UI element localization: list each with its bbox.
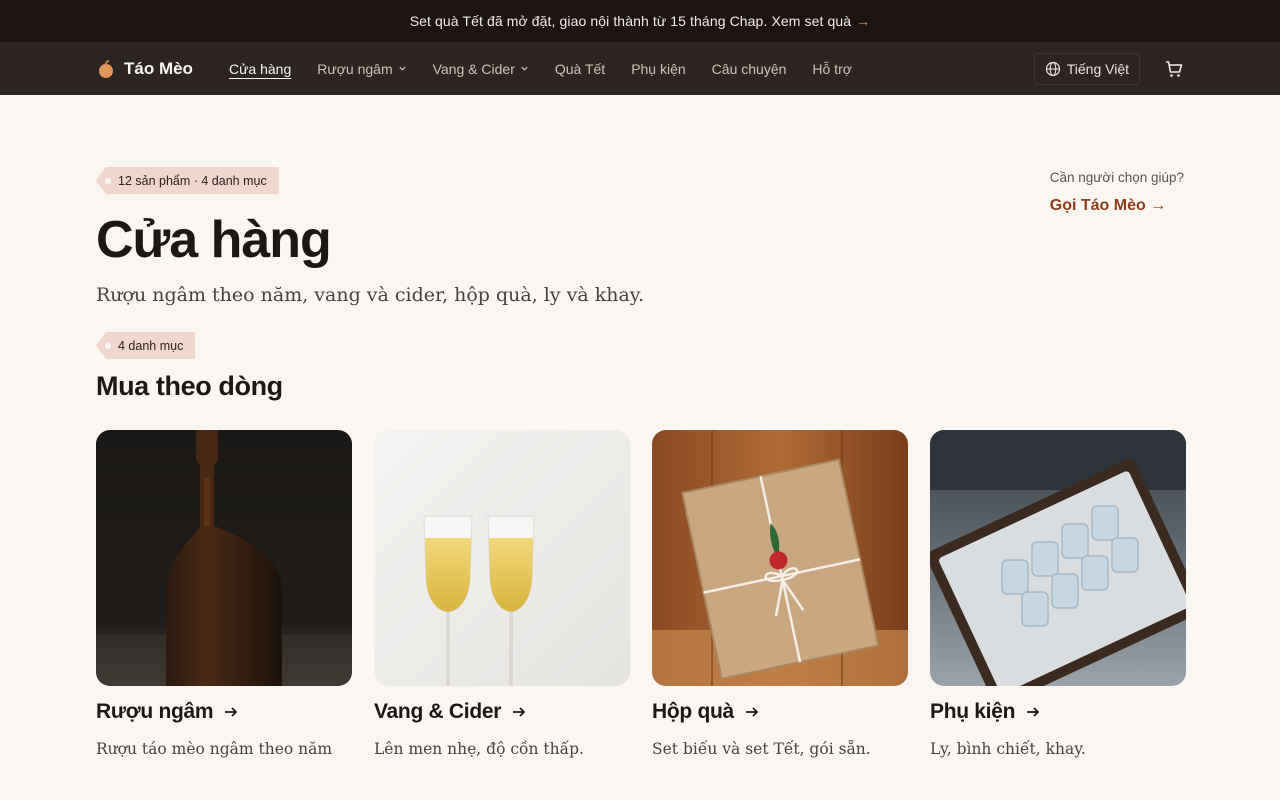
page-subtitle: Rượu ngâm theo năm, vang và cider, hộp q… [96, 284, 645, 306]
category-title: Phụ kiện [930, 700, 1186, 724]
nav-item-cua-hang[interactable]: Cửa hàng [229, 61, 291, 77]
announcement-bar: Set quà Tết đã mở đặt, giao nội thành từ… [0, 0, 1280, 42]
nav-label: Quà Tết [554, 60, 606, 77]
apple-logo-icon [99, 59, 113, 78]
tag-label: 12 sản phẩm · 4 danh mục [118, 173, 267, 188]
category-title: Hộp quà [652, 700, 908, 724]
category-image-glasses [374, 430, 630, 686]
category-desc: Ly, bình chiết, khay. [930, 740, 1086, 758]
header-actions: Tiếng Việt [1033, 52, 1184, 85]
tag-label: 4 danh mục [118, 338, 184, 353]
category-desc: Rượu táo mèo ngâm theo năm [96, 740, 333, 758]
category-card-phu-kien[interactable]: Phụ kiện Ly, bình chiết, khay. [930, 430, 1186, 763]
announcement-arrow[interactable]: → [856, 13, 870, 29]
brand-logo[interactable]: Táo Mèo [96, 59, 193, 79]
call-tao-meo-link[interactable]: Gọi Táo Mèo → [1050, 197, 1184, 215]
help-box: Cần người chọn giúp? Gọi Táo Mèo → [1050, 170, 1184, 215]
arrow-right-icon [1027, 707, 1040, 717]
site-header: Táo Mèo Cửa hàng Rượu ngâm Vang & Cider … [0, 42, 1280, 95]
product-count-tag: 12 sản phẩm · 4 danh mục [96, 167, 279, 194]
chevron-down-icon [521, 66, 528, 71]
arrow-right-icon [513, 707, 526, 717]
category-card-ruou-ngam[interactable]: Rượu ngâm Rượu táo mèo ngâm theo năm [96, 430, 352, 763]
nav-item-vang-cider[interactable]: Vang & Cider [433, 61, 529, 77]
categories-section: 4 danh mục Mua theo dòng Rượu ngâm Rượu … [0, 306, 1280, 763]
category-card-vang-cider[interactable]: Vang & Cider Lên men nhẹ, độ cồn thấp. [374, 430, 630, 763]
nav-item-ho-tro[interactable]: Hỗ trợ [812, 61, 852, 77]
category-title-label: Hộp quà [652, 700, 734, 723]
nav-label: Phụ kiện [631, 60, 686, 77]
announcement-link[interactable]: Xem set quà [771, 13, 851, 29]
nav-label: Cửa hàng [228, 60, 292, 77]
category-image-glass-tray [930, 430, 1186, 686]
nav-item-qua-tet[interactable]: Quà Tết [555, 61, 605, 77]
help-cta-label: Gọi Táo Mèo → [1049, 197, 1167, 214]
category-title-label: Rượu ngâm [96, 700, 214, 723]
nav-label: Hỗ trợ [812, 60, 852, 77]
arrow-right-icon [745, 707, 759, 717]
chevron-down-icon [399, 66, 406, 71]
arrow-right-icon [225, 707, 238, 717]
category-count-tag: 4 danh mục [96, 332, 196, 359]
category-card-hop-qua[interactable]: Hộp quà Set biếu và set Tết, gói sẵn. [652, 430, 908, 763]
category-title: Vang & Cider [374, 700, 630, 724]
category-image-gift-box [652, 430, 908, 686]
nav-label: Rượu ngâm [317, 60, 393, 77]
globe-icon [1045, 61, 1060, 76]
category-image-bottle [96, 430, 352, 686]
category-desc: Set biếu và set Tết, gói sẵn. [652, 740, 871, 758]
nav-label: Câu chuyện [711, 60, 787, 77]
category-grid: Rượu ngâm Rượu táo mèo ngâm theo năm Van… [96, 430, 1186, 763]
language-label: Tiếng Việt [1066, 60, 1129, 77]
nav-item-cau-chuyen[interactable]: Câu chuyện [712, 61, 787, 77]
category-title-label: Phụ kiện [930, 700, 1016, 723]
nav-item-phu-kien[interactable]: Phụ kiện [631, 61, 685, 77]
cart-icon[interactable] [1164, 59, 1184, 79]
section-heading: Mua theo dòng [96, 371, 283, 401]
language-switcher[interactable]: Tiếng Việt [1033, 52, 1140, 85]
main-nav: Cửa hàng Rượu ngâm Vang & Cider Quà Tết … [229, 61, 852, 77]
category-title-label: Vang & Cider [374, 700, 502, 723]
nav-item-ruou-ngam[interactable]: Rượu ngâm [317, 61, 406, 77]
help-question: Cần người chọn giúp? [1049, 170, 1184, 185]
nav-label: Vang & Cider [432, 60, 515, 77]
brand-name: Táo Mèo [124, 58, 193, 78]
announcement-text: Set quà Tết đã mở đặt, giao nội thành từ… [409, 13, 768, 29]
page-title: Cửa hàng [96, 211, 332, 269]
category-desc: Lên men nhẹ, độ cồn thấp. [374, 740, 584, 758]
category-title: Rượu ngâm [96, 700, 352, 724]
